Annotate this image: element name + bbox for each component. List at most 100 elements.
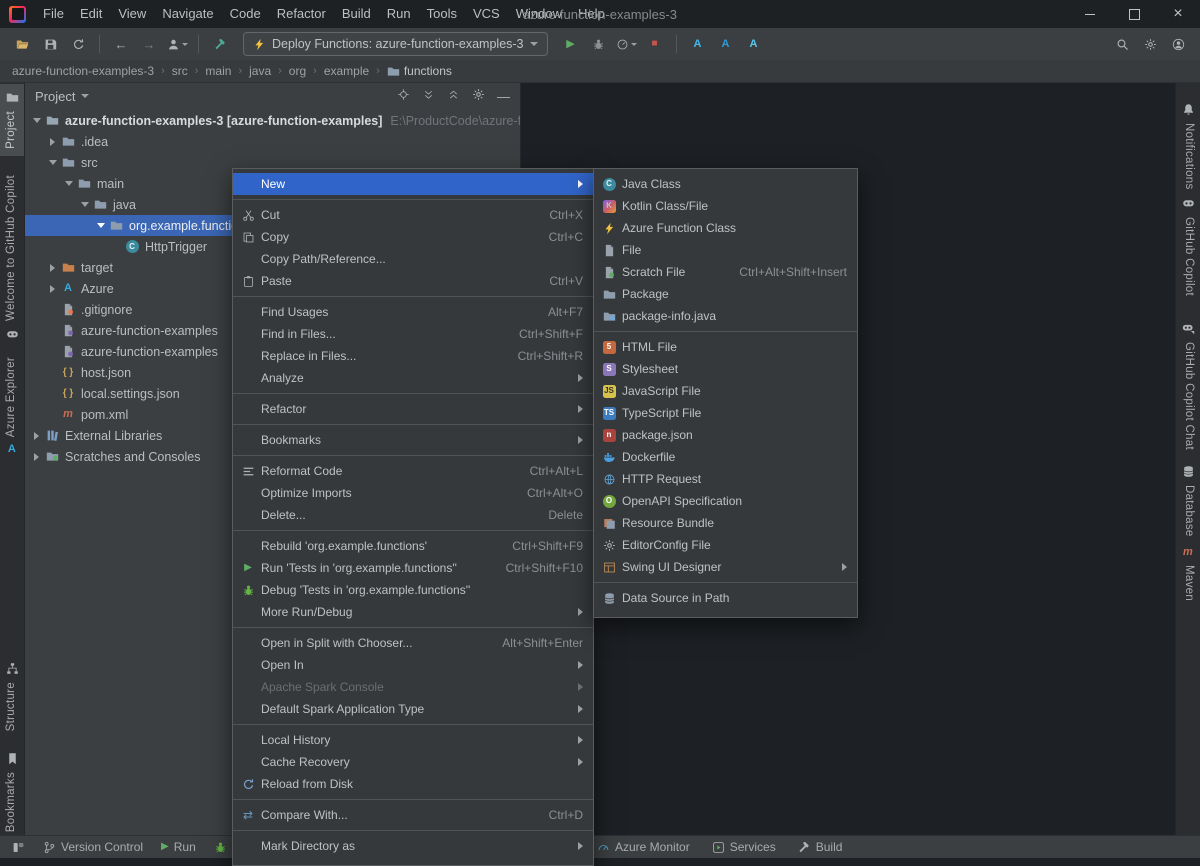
menu-item-scratch-file[interactable]: Scratch FileCtrl+Alt+Shift+Insert [594, 261, 857, 283]
menu-item-java-class[interactable]: CJava Class [594, 173, 857, 195]
build-project-button[interactable] [207, 32, 233, 56]
menu-item-new[interactable]: New [233, 173, 593, 195]
locate-file-button[interactable] [397, 88, 410, 104]
close-button[interactable]: × [1156, 0, 1200, 28]
search-everywhere-button[interactable] [1109, 32, 1135, 56]
menu-item-http-request[interactable]: HTTP Request [594, 468, 857, 490]
menu-item-optimize-imports[interactable]: Optimize ImportsCtrl+Alt+O [233, 482, 593, 504]
user-avatar-button[interactable] [1165, 32, 1191, 56]
tool-button-welcome-to-github-copilot[interactable]: Welcome to GitHub Copilot [0, 168, 24, 348]
menubar-code[interactable]: Code [222, 0, 269, 28]
menu-item-package-info-java[interactable]: package-info.java [594, 305, 857, 327]
menu-item-local-history[interactable]: Local History [233, 729, 593, 751]
chevron-down-icon[interactable] [81, 94, 89, 98]
breadcrumb-example[interactable]: example [324, 64, 369, 78]
menubar-vcs[interactable]: VCS [465, 0, 508, 28]
menu-item-kotlin-class-file[interactable]: KKotlin Class/File [594, 195, 857, 217]
services[interactable]: Services [712, 840, 776, 854]
menu-item-find-usages[interactable]: Find UsagesAlt+F7 [233, 301, 593, 323]
chevron-closed-icon[interactable] [45, 285, 60, 293]
tool-button-azure-explorer[interactable]: Azure ExplorerA [0, 350, 24, 462]
chevron-open-icon[interactable] [93, 223, 108, 228]
menu-item-paste[interactable]: PasteCtrl+V [233, 270, 593, 292]
menu-item-html-file[interactable]: 5HTML File [594, 336, 857, 358]
breadcrumb-azure-function-examples-3[interactable]: azure-function-examples-3 [12, 64, 154, 78]
tool-button-github-copilot[interactable]: GitHub Copilot [1176, 190, 1200, 303]
menu-item-dockerfile[interactable]: Dockerfile [594, 446, 857, 468]
stop-button[interactable]: ■ [642, 32, 668, 56]
tool-button-project[interactable]: Project [0, 84, 24, 156]
tool-button-bookmarks[interactable]: Bookmarks [0, 745, 24, 836]
menu-item-swing-ui-designer[interactable]: Swing UI Designer [594, 556, 857, 578]
chevron-open-icon[interactable] [45, 160, 60, 165]
menu-item-cut[interactable]: CutCtrl+X [233, 204, 593, 226]
menubar-view[interactable]: View [110, 0, 154, 28]
menu-item-run-tests-in-org-example-functions[interactable]: ▶Run 'Tests in 'org.example.functions''C… [233, 557, 593, 579]
tool-button-github-copilot-chat[interactable]: GitHub Copilot Chat [1176, 315, 1200, 457]
menu-item-openapi-specification[interactable]: OOpenAPI Specification [594, 490, 857, 512]
menu-item-rebuild-org-example-functions[interactable]: Rebuild 'org.example.functions'Ctrl+Shif… [233, 535, 593, 557]
menu-item-compare-with[interactable]: ⇄Compare With...Ctrl+D [233, 804, 593, 826]
run-config-combo[interactable]: Deploy Functions: azure-function-example… [243, 32, 548, 56]
menubar-window[interactable]: Window [508, 0, 570, 28]
chevron-closed-icon[interactable] [29, 453, 44, 461]
build[interactable]: Build [798, 840, 843, 854]
chevron-closed-icon[interactable] [45, 264, 60, 272]
menubar-tools[interactable]: Tools [419, 0, 465, 28]
menu-item-bookmarks[interactable]: Bookmarks [233, 429, 593, 451]
menu-item-default-spark-application-type[interactable]: Default Spark Application Type [233, 698, 593, 720]
menu-item-refactor[interactable]: Refactor [233, 398, 593, 420]
panel-settings-button[interactable] [472, 88, 485, 104]
tool-windows-toggle[interactable] [12, 841, 25, 854]
debug-button[interactable] [586, 32, 612, 56]
tree-item-azure-function-examples-3-azure-function-examples[interactable]: azure-function-examples-3 [azure-functio… [25, 110, 520, 131]
chevron-closed-icon[interactable] [29, 432, 44, 440]
save-all-button[interactable] [37, 32, 63, 56]
menu-item-file[interactable]: File [594, 239, 857, 261]
menubar-run[interactable]: Run [379, 0, 419, 28]
tree-item-idea[interactable]: .idea [25, 131, 520, 152]
menu-item-stylesheet[interactable]: SStylesheet [594, 358, 857, 380]
version-control[interactable]: Version Control [43, 840, 143, 854]
menu-item-resource-bundle[interactable]: Resource Bundle [594, 512, 857, 534]
back-button[interactable]: ← [108, 32, 134, 56]
settings-button[interactable] [1137, 32, 1163, 56]
breadcrumb-src[interactable]: src [172, 64, 188, 78]
menu-item-reload-from-disk[interactable]: Reload from Disk [233, 773, 593, 795]
tool-button-database[interactable]: Database [1176, 458, 1200, 544]
azure-tool-2-button[interactable]: A [713, 32, 739, 56]
run-with-coverage-button[interactable] [614, 32, 640, 56]
run-button[interactable]: ▶ [558, 32, 584, 56]
minimize-button[interactable] [1068, 0, 1112, 28]
azure-monitor[interactable]: Azure Monitor [597, 840, 690, 854]
debug-toolwindow[interactable] [214, 841, 227, 854]
menu-item-delete[interactable]: Delete...Delete [233, 504, 593, 526]
menubar-refactor[interactable]: Refactor [269, 0, 334, 28]
chevron-open-icon[interactable] [29, 118, 44, 123]
breadcrumb-functions[interactable]: functions [387, 64, 452, 78]
tool-button-maven[interactable]: mMaven [1176, 540, 1200, 608]
menubar-edit[interactable]: Edit [72, 0, 110, 28]
tool-button-notifications[interactable]: Notifications [1176, 96, 1200, 197]
chevron-closed-icon[interactable] [45, 138, 60, 146]
menubar-navigate[interactable]: Navigate [154, 0, 221, 28]
menu-item-javascript-file[interactable]: JSJavaScript File [594, 380, 857, 402]
menubar-file[interactable]: File [35, 0, 72, 28]
collapse-all-button[interactable] [447, 88, 460, 104]
chevron-open-icon[interactable] [61, 181, 76, 186]
menu-item-copy-path-reference[interactable]: Copy Path/Reference... [233, 248, 593, 270]
tool-button-structure[interactable]: Structure [0, 655, 24, 738]
hide-panel-button[interactable]: — [497, 89, 510, 104]
menubar-help[interactable]: Help [570, 0, 613, 28]
user-profile-button[interactable] [164, 32, 190, 56]
menu-item-cache-recovery[interactable]: Cache Recovery [233, 751, 593, 773]
menu-item-more-run-debug[interactable]: More Run/Debug [233, 601, 593, 623]
menu-item-mark-directory-as[interactable]: Mark Directory as [233, 835, 593, 857]
maximize-button[interactable] [1112, 0, 1156, 28]
breadcrumb-java[interactable]: java [249, 64, 271, 78]
menu-item-typescript-file[interactable]: TSTypeScript File [594, 402, 857, 424]
menubar-build[interactable]: Build [334, 0, 379, 28]
menu-item-package-json[interactable]: npackage.json [594, 424, 857, 446]
menu-item-copy[interactable]: CopyCtrl+C [233, 226, 593, 248]
breadcrumb-org[interactable]: org [289, 64, 306, 78]
